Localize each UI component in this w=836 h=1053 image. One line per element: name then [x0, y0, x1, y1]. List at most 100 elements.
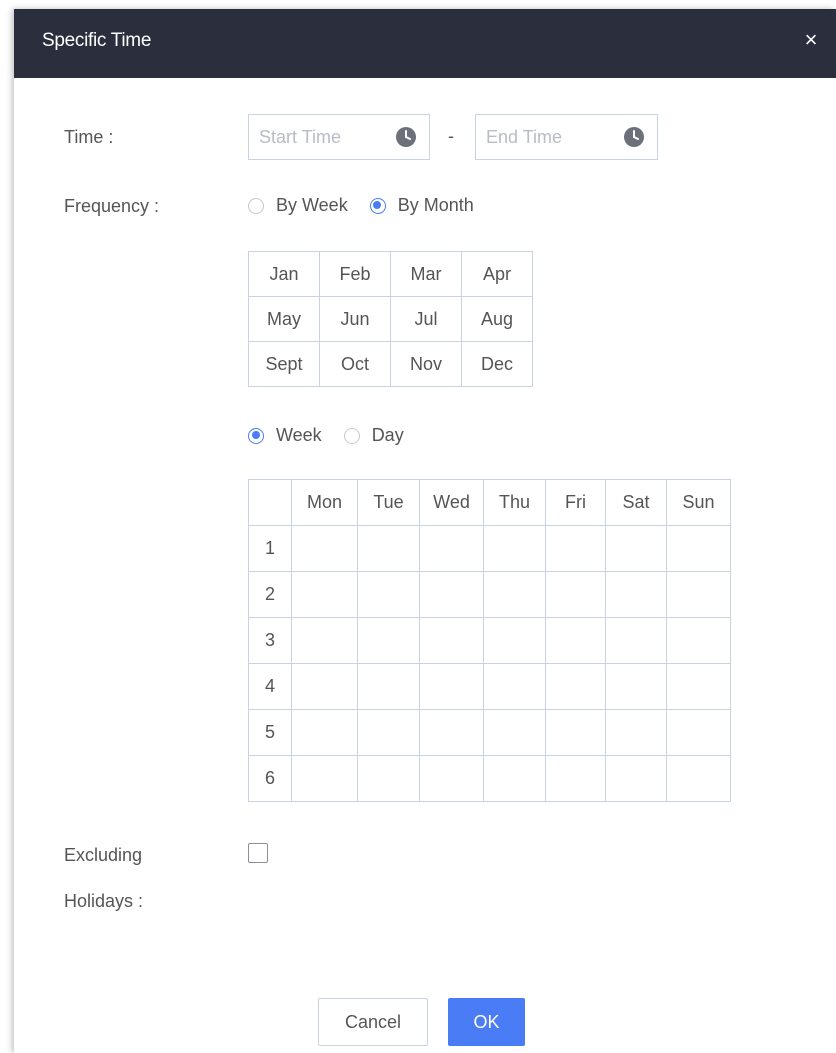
grid-cell[interactable] — [357, 709, 420, 756]
day-radio[interactable]: Day — [343, 425, 404, 446]
week-number: 6 — [248, 755, 292, 802]
grid-cell[interactable] — [605, 663, 667, 710]
grid-cell[interactable] — [419, 571, 484, 618]
grid-cell[interactable] — [291, 709, 358, 756]
week-number: 3 — [248, 617, 292, 664]
specific-time-dialog: Specific Time × Time : Start Time - End … — [14, 9, 836, 1053]
month-cell[interactable]: Dec — [461, 341, 533, 387]
grid-cell[interactable] — [666, 525, 731, 572]
start-time-placeholder: Start Time — [259, 127, 342, 147]
month-cell[interactable]: Jun — [319, 296, 391, 342]
holidays-label: Holidays : — [64, 891, 144, 911]
grid-cell[interactable] — [291, 571, 358, 618]
grid-cell[interactable] — [291, 663, 358, 710]
grid-corner — [248, 479, 292, 526]
grid-cell[interactable] — [419, 617, 484, 664]
month-cell[interactable]: Aug — [461, 296, 533, 342]
column-header: Tue — [357, 479, 420, 526]
month-cell[interactable]: Jul — [390, 296, 462, 342]
month-cell[interactable]: Mar — [390, 251, 462, 297]
grid-cell[interactable] — [483, 709, 546, 756]
week-row: 3 — [248, 617, 731, 664]
end-time-placeholder: End Time — [486, 127, 563, 147]
radio-circle-selected — [248, 427, 264, 444]
grid-cell[interactable] — [666, 617, 731, 664]
ok-button[interactable]: OK — [448, 998, 525, 1046]
grid-cell[interactable] — [483, 755, 546, 802]
grid-cell[interactable] — [545, 525, 606, 572]
grid-cell[interactable] — [357, 755, 420, 802]
frequency-label: Frequency : — [64, 196, 160, 216]
week-row: 4 — [248, 663, 731, 710]
week-label: Week — [276, 425, 322, 445]
week-day-radio-group: Week Day — [248, 425, 426, 446]
cancel-button[interactable]: Cancel — [318, 998, 428, 1046]
grid-cell[interactable] — [605, 755, 667, 802]
grid-cell[interactable] — [357, 525, 420, 572]
grid-cell[interactable] — [666, 571, 731, 618]
grid-cell[interactable] — [483, 571, 546, 618]
month-cell[interactable]: Oct — [319, 341, 391, 387]
week-row: 1 — [248, 525, 731, 572]
grid-cell[interactable] — [419, 709, 484, 756]
grid-cell[interactable] — [605, 617, 667, 664]
grid-cell[interactable] — [483, 617, 546, 664]
grid-cell[interactable] — [357, 571, 420, 618]
column-header: Fri — [545, 479, 606, 526]
grid-cell[interactable] — [545, 755, 606, 802]
grid-cell[interactable] — [483, 663, 546, 710]
week-number: 5 — [248, 709, 292, 756]
by-month-label: By Month — [397, 195, 474, 215]
grid-cell[interactable] — [545, 617, 606, 664]
excluding-holidays-checkbox[interactable] — [248, 843, 268, 863]
grid-cell[interactable] — [545, 571, 606, 618]
start-time-input[interactable]: Start Time — [248, 114, 430, 160]
week-number: 4 — [248, 663, 292, 710]
grid-cell[interactable] — [291, 617, 358, 664]
grid-cell[interactable] — [666, 663, 731, 710]
month-cell[interactable]: Nov — [390, 341, 462, 387]
month-cell[interactable]: Jan — [248, 251, 320, 297]
grid-cell[interactable] — [545, 709, 606, 756]
column-header: Thu — [483, 479, 546, 526]
grid-cell[interactable] — [605, 709, 667, 756]
month-cell[interactable]: Sept — [248, 341, 320, 387]
grid-cell[interactable] — [357, 617, 420, 664]
week-row: 2 — [248, 571, 731, 618]
month-cell[interactable]: May — [248, 296, 320, 342]
grid-cell[interactable] — [291, 525, 358, 572]
grid-cell[interactable] — [419, 755, 484, 802]
grid-cell[interactable] — [291, 755, 358, 802]
grid-cell[interactable] — [605, 525, 667, 572]
week-radio[interactable]: Week — [248, 425, 322, 446]
month-cell[interactable]: Apr — [461, 251, 533, 297]
grid-cell[interactable] — [483, 525, 546, 572]
clock-icon — [396, 127, 416, 147]
grid-cell[interactable] — [357, 663, 420, 710]
grid-cell[interactable] — [545, 663, 606, 710]
by-month-radio[interactable]: By Month — [369, 195, 474, 216]
by-week-radio[interactable]: By Week — [248, 195, 348, 216]
close-icon[interactable]: × — [798, 27, 824, 53]
column-header: Sun — [666, 479, 731, 526]
grid-cell[interactable] — [605, 571, 667, 618]
month-cell[interactable]: Feb — [319, 251, 391, 297]
week-day-grid: Mon Tue Wed Thu Fri Sat Sun 1 2 3 4 5 6 — [248, 479, 731, 802]
week-number: 1 — [248, 525, 292, 572]
excluding-label: Excluding — [64, 845, 143, 865]
end-time-input[interactable]: End Time — [475, 114, 658, 160]
column-header: Mon — [291, 479, 358, 526]
radio-circle — [343, 427, 360, 444]
grid-cell[interactable] — [419, 525, 484, 572]
by-week-label: By Week — [276, 195, 348, 215]
week-number: 2 — [248, 571, 292, 618]
grid-cell[interactable] — [419, 663, 484, 710]
clock-icon — [624, 127, 644, 147]
dialog-title: Specific Time — [42, 30, 152, 51]
week-row: 5 — [248, 709, 731, 756]
frequency-radio-group: By Week By Month — [248, 195, 496, 216]
time-separator: - — [448, 126, 454, 146]
time-label: Time : — [64, 127, 114, 147]
grid-cell[interactable] — [666, 709, 731, 756]
grid-cell[interactable] — [666, 755, 731, 802]
